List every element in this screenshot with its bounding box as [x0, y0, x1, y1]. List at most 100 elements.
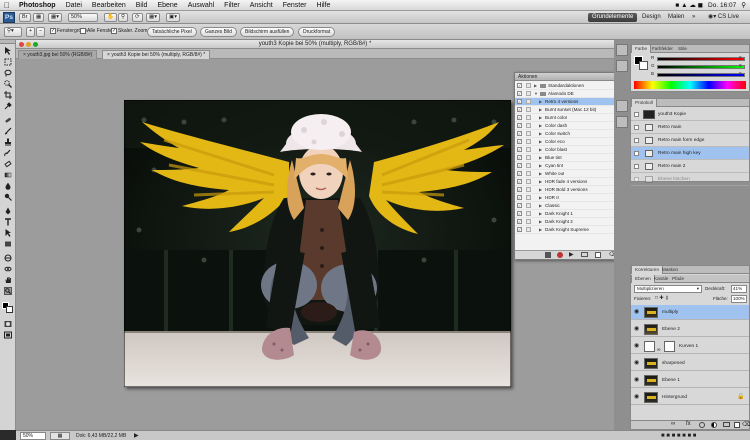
- expand-triangle-icon[interactable]: ▶: [539, 194, 542, 202]
- action-dialog-toggle[interactable]: [526, 219, 531, 224]
- history-brush-source[interactable]: [634, 112, 639, 117]
- action-item[interactable]: ✓ ▶ Color dash: [515, 122, 618, 130]
- expand-triangle-icon[interactable]: ▶: [539, 98, 542, 106]
- action-toggle-checkbox[interactable]: ✓: [517, 83, 522, 88]
- menu-bild[interactable]: Bild: [131, 2, 153, 9]
- zoom-out-icon[interactable]: −: [36, 27, 45, 37]
- layer-name[interactable]: Kurven 1: [679, 339, 698, 354]
- layer-row[interactable]: ◉ Hintergrund 🔒: [631, 390, 749, 405]
- expand-triangle-icon[interactable]: ▶: [539, 226, 542, 234]
- tools-panel-header[interactable]: [0, 40, 15, 44]
- action-item[interactable]: ✓ ▶ Classic: [515, 202, 618, 210]
- close-window-icon[interactable]: [19, 42, 24, 47]
- layer-row[interactable]: ◉ sharpened: [631, 356, 749, 371]
- minibridge-button[interactable]: ▦: [33, 13, 45, 22]
- layer-mask-thumbnail[interactable]: [664, 341, 675, 352]
- menu-hilfe[interactable]: Hilfe: [311, 2, 335, 9]
- quick-selection-tool-icon[interactable]: [4, 80, 12, 88]
- record-icon[interactable]: [557, 252, 563, 258]
- action-item[interactable]: ✓ ▶ Dark Knight 1: [515, 210, 618, 218]
- crop-tool-icon[interactable]: [4, 91, 12, 99]
- history-state[interactable]: Retro main 2: [631, 160, 749, 173]
- 3d-orbit-tool-icon[interactable]: [4, 265, 12, 273]
- layer-name[interactable]: Hintergrund: [662, 390, 687, 405]
- action-item[interactable]: ✓ ▶ Cyan tint: [515, 162, 618, 170]
- history-state[interactable]: youth3 Kopie: [631, 108, 749, 121]
- menu-filter[interactable]: Filter: [219, 2, 245, 9]
- zoom-tool-preset[interactable]: ⚲▾: [4, 27, 22, 37]
- fit-screen-button[interactable]: Ganzes Bild: [200, 27, 237, 37]
- visibility-eye-icon[interactable]: ◉: [634, 309, 641, 316]
- history-state[interactable]: Retro main form edge: [631, 134, 749, 147]
- print-size-button[interactable]: Druckformat: [298, 27, 336, 37]
- apple-icon[interactable]: : [0, 1, 14, 10]
- action-item[interactable]: ✓ ▶ Retro 4 versions: [515, 98, 618, 106]
- workspace-malen[interactable]: Malen: [664, 13, 688, 22]
- visibility-eye-icon[interactable]: ◉: [634, 394, 641, 401]
- actions-panel-header[interactable]: Aktionen: [515, 73, 623, 81]
- action-toggle-checkbox[interactable]: ✓: [517, 179, 522, 184]
- blur-tool-icon[interactable]: [4, 182, 12, 190]
- tab-youth3-kopie[interactable]: × youth3 Kopie bei 50% (multiply, RGB/8#…: [102, 50, 211, 59]
- history-brush-tool-icon[interactable]: [4, 149, 12, 157]
- tab-youth3-jpg[interactable]: × youth3.jpg bei 50% (RGB/8#): [18, 50, 98, 59]
- minimize-window-icon[interactable]: [26, 42, 31, 47]
- view-extras-button[interactable]: ▦▾: [48, 13, 62, 22]
- expand-triangle-icon[interactable]: ▶: [539, 210, 542, 218]
- history-state[interactable]: Retro main: [631, 121, 749, 134]
- collapse-triangle-icon[interactable]: ▼: [534, 90, 538, 98]
- workspace-design[interactable]: Design: [638, 13, 665, 22]
- blue-slider[interactable]: [657, 73, 745, 77]
- color-panel-icon[interactable]: [616, 44, 628, 56]
- status-icons[interactable]: ■ ▲ ☁ ◼: [675, 1, 703, 9]
- action-toggle-checkbox[interactable]: ✓: [517, 195, 522, 200]
- action-dialog-toggle[interactable]: [526, 91, 531, 96]
- expand-triangle-icon[interactable]: ▶: [539, 170, 542, 178]
- delete-layer-icon[interactable]: ⌫: [742, 421, 750, 428]
- move-tool-icon[interactable]: [4, 47, 12, 55]
- action-item[interactable]: ✓ ▶ Color eco: [515, 138, 618, 146]
- action-item[interactable]: ✓ ▶ Color blast: [515, 146, 618, 154]
- action-dialog-toggle[interactable]: [526, 227, 531, 232]
- actual-pixels-button[interactable]: Tatsächliche Pixel: [147, 27, 197, 37]
- menu-app-photoshop[interactable]: Photoshop: [14, 2, 61, 9]
- action-dialog-toggle[interactable]: [526, 171, 531, 176]
- layer-style-icon[interactable]: fx: [686, 421, 691, 427]
- arrange-documents-button[interactable]: ▦▾: [146, 13, 160, 22]
- history-state[interactable]: Ebene löschen: [631, 173, 749, 186]
- action-set-alamodo[interactable]: ✓ ▼ Alamodo DE: [515, 90, 618, 98]
- new-group-icon[interactable]: [723, 422, 730, 427]
- zoom-window-icon[interactable]: [33, 42, 38, 47]
- checkbox-skaler-zoom[interactable]: ✓: [111, 28, 117, 34]
- layer-name[interactable]: sharpened: [662, 356, 685, 371]
- expand-triangle-icon[interactable]: ▶: [539, 106, 542, 114]
- tab-stile[interactable]: Stile: [675, 45, 690, 53]
- action-toggle-checkbox[interactable]: ✓: [517, 91, 522, 96]
- checkbox-alle-fenster[interactable]: [80, 28, 86, 34]
- swatch-panel-icon[interactable]: [616, 60, 628, 72]
- gradient-tool-icon[interactable]: [4, 171, 12, 179]
- action-item[interactable]: ✓ ▶ HDR fade 4 versions: [515, 178, 618, 186]
- action-item[interactable]: ✓ ▶ Color switch: [515, 130, 618, 138]
- green-value[interactable]: 0: [739, 63, 742, 68]
- checkbox-fenstergroesse[interactable]: ✓: [50, 28, 56, 34]
- healing-brush-tool-icon[interactable]: [4, 116, 12, 124]
- action-dialog-toggle[interactable]: [526, 99, 531, 104]
- tab-pfade[interactable]: Pfade: [669, 275, 687, 283]
- eraser-tool-icon[interactable]: [4, 160, 12, 168]
- action-toggle-checkbox[interactable]: ✓: [517, 123, 522, 128]
- tab-farbe[interactable]: Farbe: [631, 45, 652, 53]
- visibility-eye-icon[interactable]: ◉: [634, 377, 641, 384]
- action-toggle-checkbox[interactable]: ✓: [517, 139, 522, 144]
- red-value[interactable]: 0: [739, 55, 742, 60]
- shape-tool-icon[interactable]: [4, 240, 12, 248]
- action-dialog-toggle[interactable]: [526, 179, 531, 184]
- expand-triangle-icon[interactable]: ▶: [539, 146, 542, 154]
- clock[interactable]: Do. 16:07: [708, 2, 736, 9]
- type-tool-icon[interactable]: [4, 218, 12, 226]
- visibility-eye-icon[interactable]: ◉: [634, 326, 641, 333]
- zoom-icon-button[interactable]: ⚲: [118, 13, 129, 22]
- adjustment-layer-icon[interactable]: [711, 422, 717, 428]
- layer-name[interactable]: Ebene 1: [662, 373, 680, 388]
- workspace-grundelemente[interactable]: Grundelemente: [588, 13, 638, 22]
